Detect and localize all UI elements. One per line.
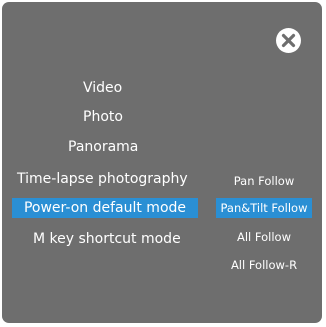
menu-item-photo[interactable]: Photo: [83, 107, 123, 127]
menu-item-video[interactable]: Video: [83, 78, 122, 98]
menu-item-power-on-default-mode[interactable]: Power-on default mode: [12, 198, 198, 218]
mode-menu-panel: Video Photo Panorama Time-lapse photogra…: [2, 2, 322, 323]
close-icon: [281, 33, 296, 48]
close-button[interactable]: [276, 28, 301, 53]
menu-item-panorama[interactable]: Panorama: [68, 137, 138, 157]
menu-item-time-lapse-photography[interactable]: Time-lapse photography: [17, 169, 188, 189]
option-all-follow-r[interactable]: All Follow-R: [216, 255, 312, 275]
option-all-follow[interactable]: All Follow: [216, 227, 312, 247]
menu-item-m-key-shortcut-mode[interactable]: M key shortcut mode: [33, 229, 181, 249]
option-pan-tilt-follow[interactable]: Pan&Tilt Follow: [216, 198, 312, 218]
option-pan-follow[interactable]: Pan Follow: [216, 171, 312, 191]
